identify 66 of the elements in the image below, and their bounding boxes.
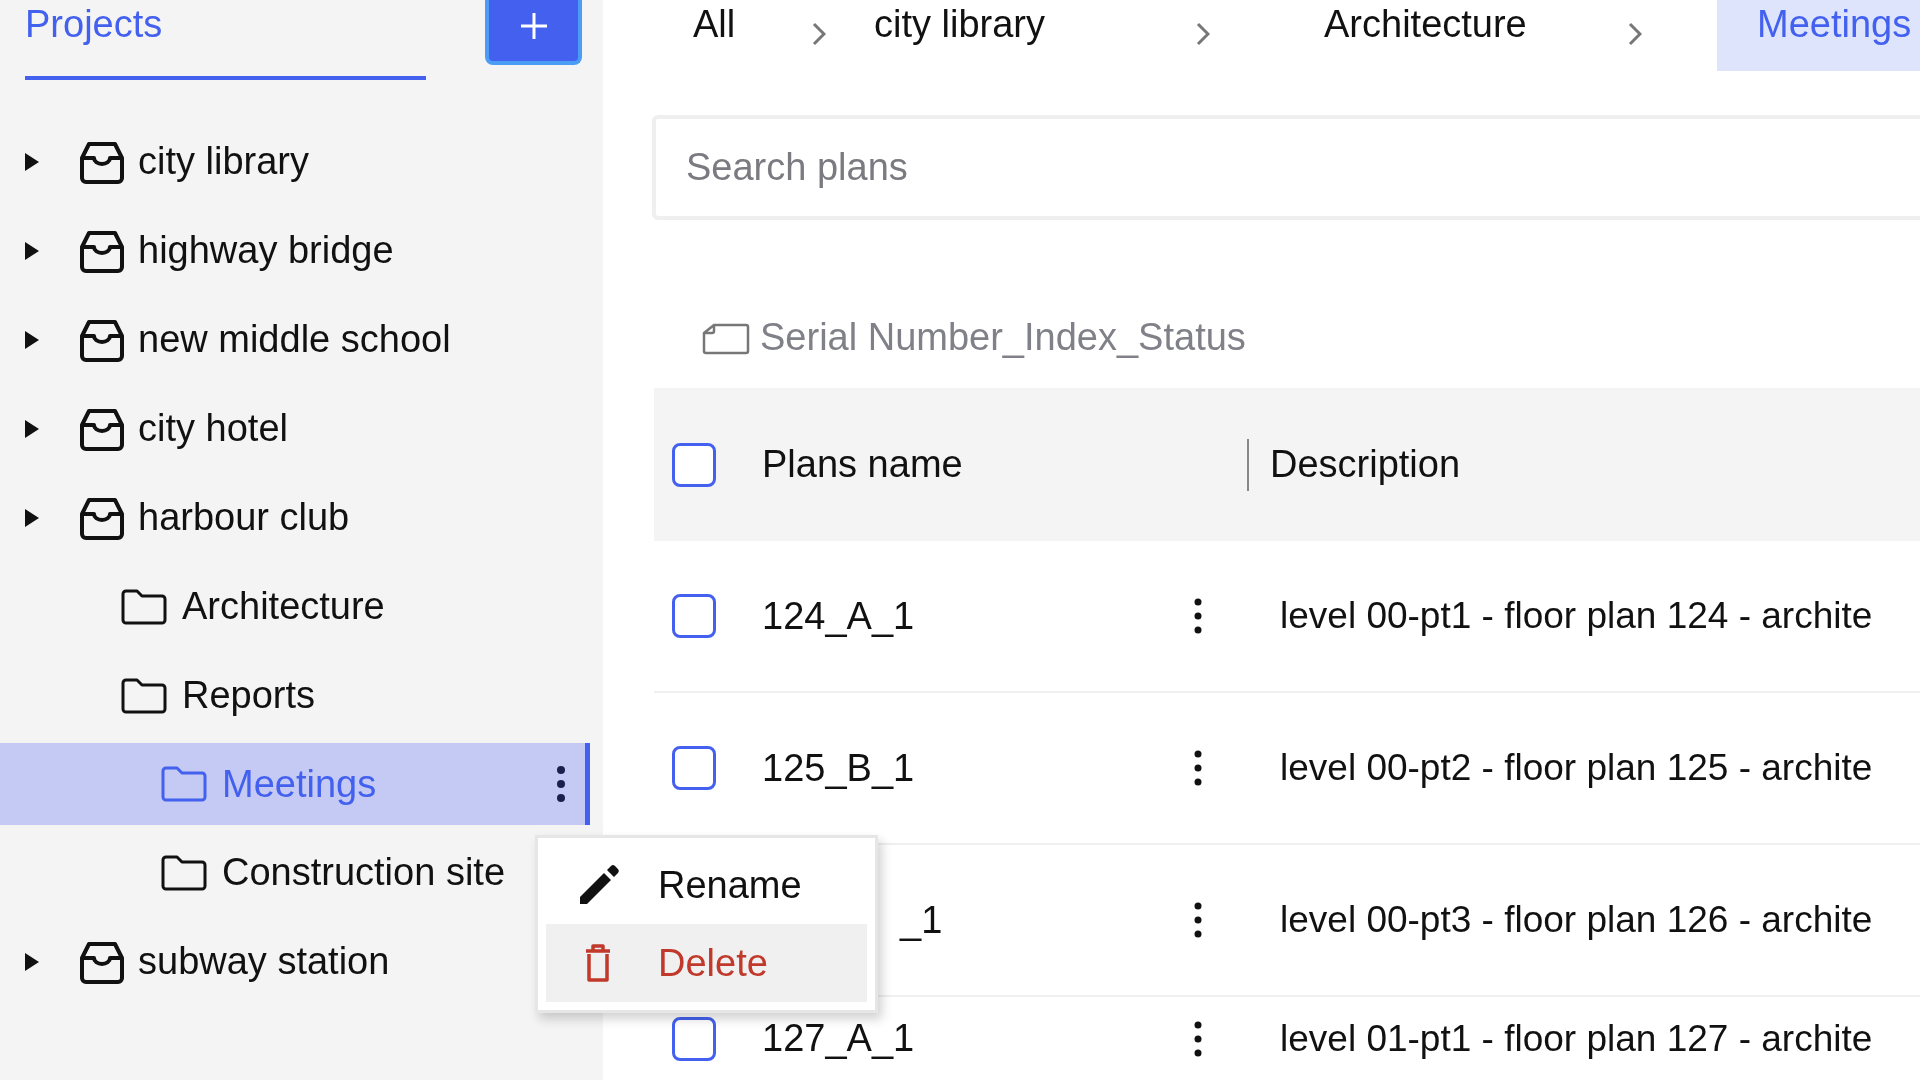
plus-icon xyxy=(518,10,549,41)
expand-triangle-icon[interactable] xyxy=(25,152,39,171)
menu-item[interactable]: Delete xyxy=(546,924,867,1002)
tree-label: highway bridge xyxy=(138,229,394,272)
table-cell: level 00-pt2 - floor plan 125 - archite xyxy=(1280,747,1873,789)
chevron-right-icon xyxy=(812,21,826,46)
naming-hint: Serial Number_Index_Status xyxy=(760,315,1246,359)
tree-item[interactable]: highway bridge xyxy=(0,206,590,295)
table-cell: level 00-pt1 - floor plan 124 - archite xyxy=(1280,595,1873,637)
tray-icon xyxy=(80,228,124,273)
tree-label: subway station xyxy=(138,940,390,983)
tray-icon xyxy=(80,495,124,540)
table-cell: level 00-pt3 - floor plan 126 - archite xyxy=(1280,899,1873,941)
table-cell-text: 124_A_1 xyxy=(762,594,916,638)
table-cell-text: 127_A_1 xyxy=(762,1017,916,1060)
expand-triangle-icon[interactable] xyxy=(25,241,39,260)
menu-label: Delete xyxy=(658,941,768,985)
checkbox[interactable] xyxy=(672,594,716,638)
checkbox[interactable] xyxy=(672,746,716,790)
tray-icon xyxy=(80,406,124,451)
more-options-icon[interactable] xyxy=(1192,596,1204,636)
tree-label: harbour club xyxy=(138,496,350,539)
breadcrumb-link[interactable]: city library xyxy=(874,0,1196,71)
chevron-right-icon xyxy=(1628,21,1642,46)
table-cell: level 01-pt1 - floor plan 127 - archite xyxy=(1280,1017,1873,1060)
folder-icon xyxy=(120,676,168,715)
checkbox[interactable] xyxy=(672,1016,716,1061)
tray-icon xyxy=(80,139,124,184)
column-header: Plans name xyxy=(762,443,964,486)
more-options-icon[interactable] xyxy=(1192,900,1204,940)
tree-label: Construction site xyxy=(222,851,505,894)
tree-item[interactable]: Reports xyxy=(0,651,590,740)
tree-label: Reports xyxy=(182,674,316,717)
tray-icon xyxy=(80,317,124,362)
expand-triangle-icon[interactable] xyxy=(25,330,39,349)
search-field[interactable]: Search plans xyxy=(652,115,1920,220)
expand-triangle-icon[interactable] xyxy=(25,419,39,438)
tree-item[interactable]: city library xyxy=(0,117,590,206)
chevron-right-icon xyxy=(1196,21,1210,46)
expand-triangle-icon[interactable] xyxy=(25,508,39,527)
folder-icon xyxy=(160,853,208,892)
checkbox[interactable] xyxy=(672,442,716,487)
folder-icon xyxy=(160,765,208,803)
tree-label: city library xyxy=(138,140,310,183)
tree-label: city hotel xyxy=(138,407,288,450)
table-cell-text: _1 xyxy=(898,898,944,942)
menu-label: Rename xyxy=(658,863,802,907)
tree-label: Meetings xyxy=(222,762,377,806)
breadcrumb-link[interactable]: All xyxy=(693,0,812,71)
breadcrumb-link[interactable]: Architecture xyxy=(1324,0,1628,71)
more-options-icon[interactable] xyxy=(1192,748,1204,788)
tree-item[interactable]: Architecture xyxy=(0,562,590,651)
tray-icon xyxy=(80,939,124,984)
column-header: Description xyxy=(1270,443,1461,486)
tree-label: Architecture xyxy=(182,585,385,628)
projects-tab[interactable]: Projects xyxy=(25,0,426,80)
expand-triangle-icon[interactable] xyxy=(25,952,39,971)
table-cell-text: 125_B_1 xyxy=(762,746,916,790)
folder-icon xyxy=(120,587,168,626)
tree-item[interactable]: city hotel xyxy=(0,384,590,473)
add-button[interactable] xyxy=(485,0,582,65)
tree-label: new middle school xyxy=(138,318,451,361)
breadcrumb-link[interactable]: Meetings xyxy=(1717,0,1920,71)
tree-item[interactable]: new middle school xyxy=(0,295,590,384)
more-options-icon[interactable] xyxy=(555,764,567,804)
tree-item[interactable]: harbour club xyxy=(0,473,590,562)
